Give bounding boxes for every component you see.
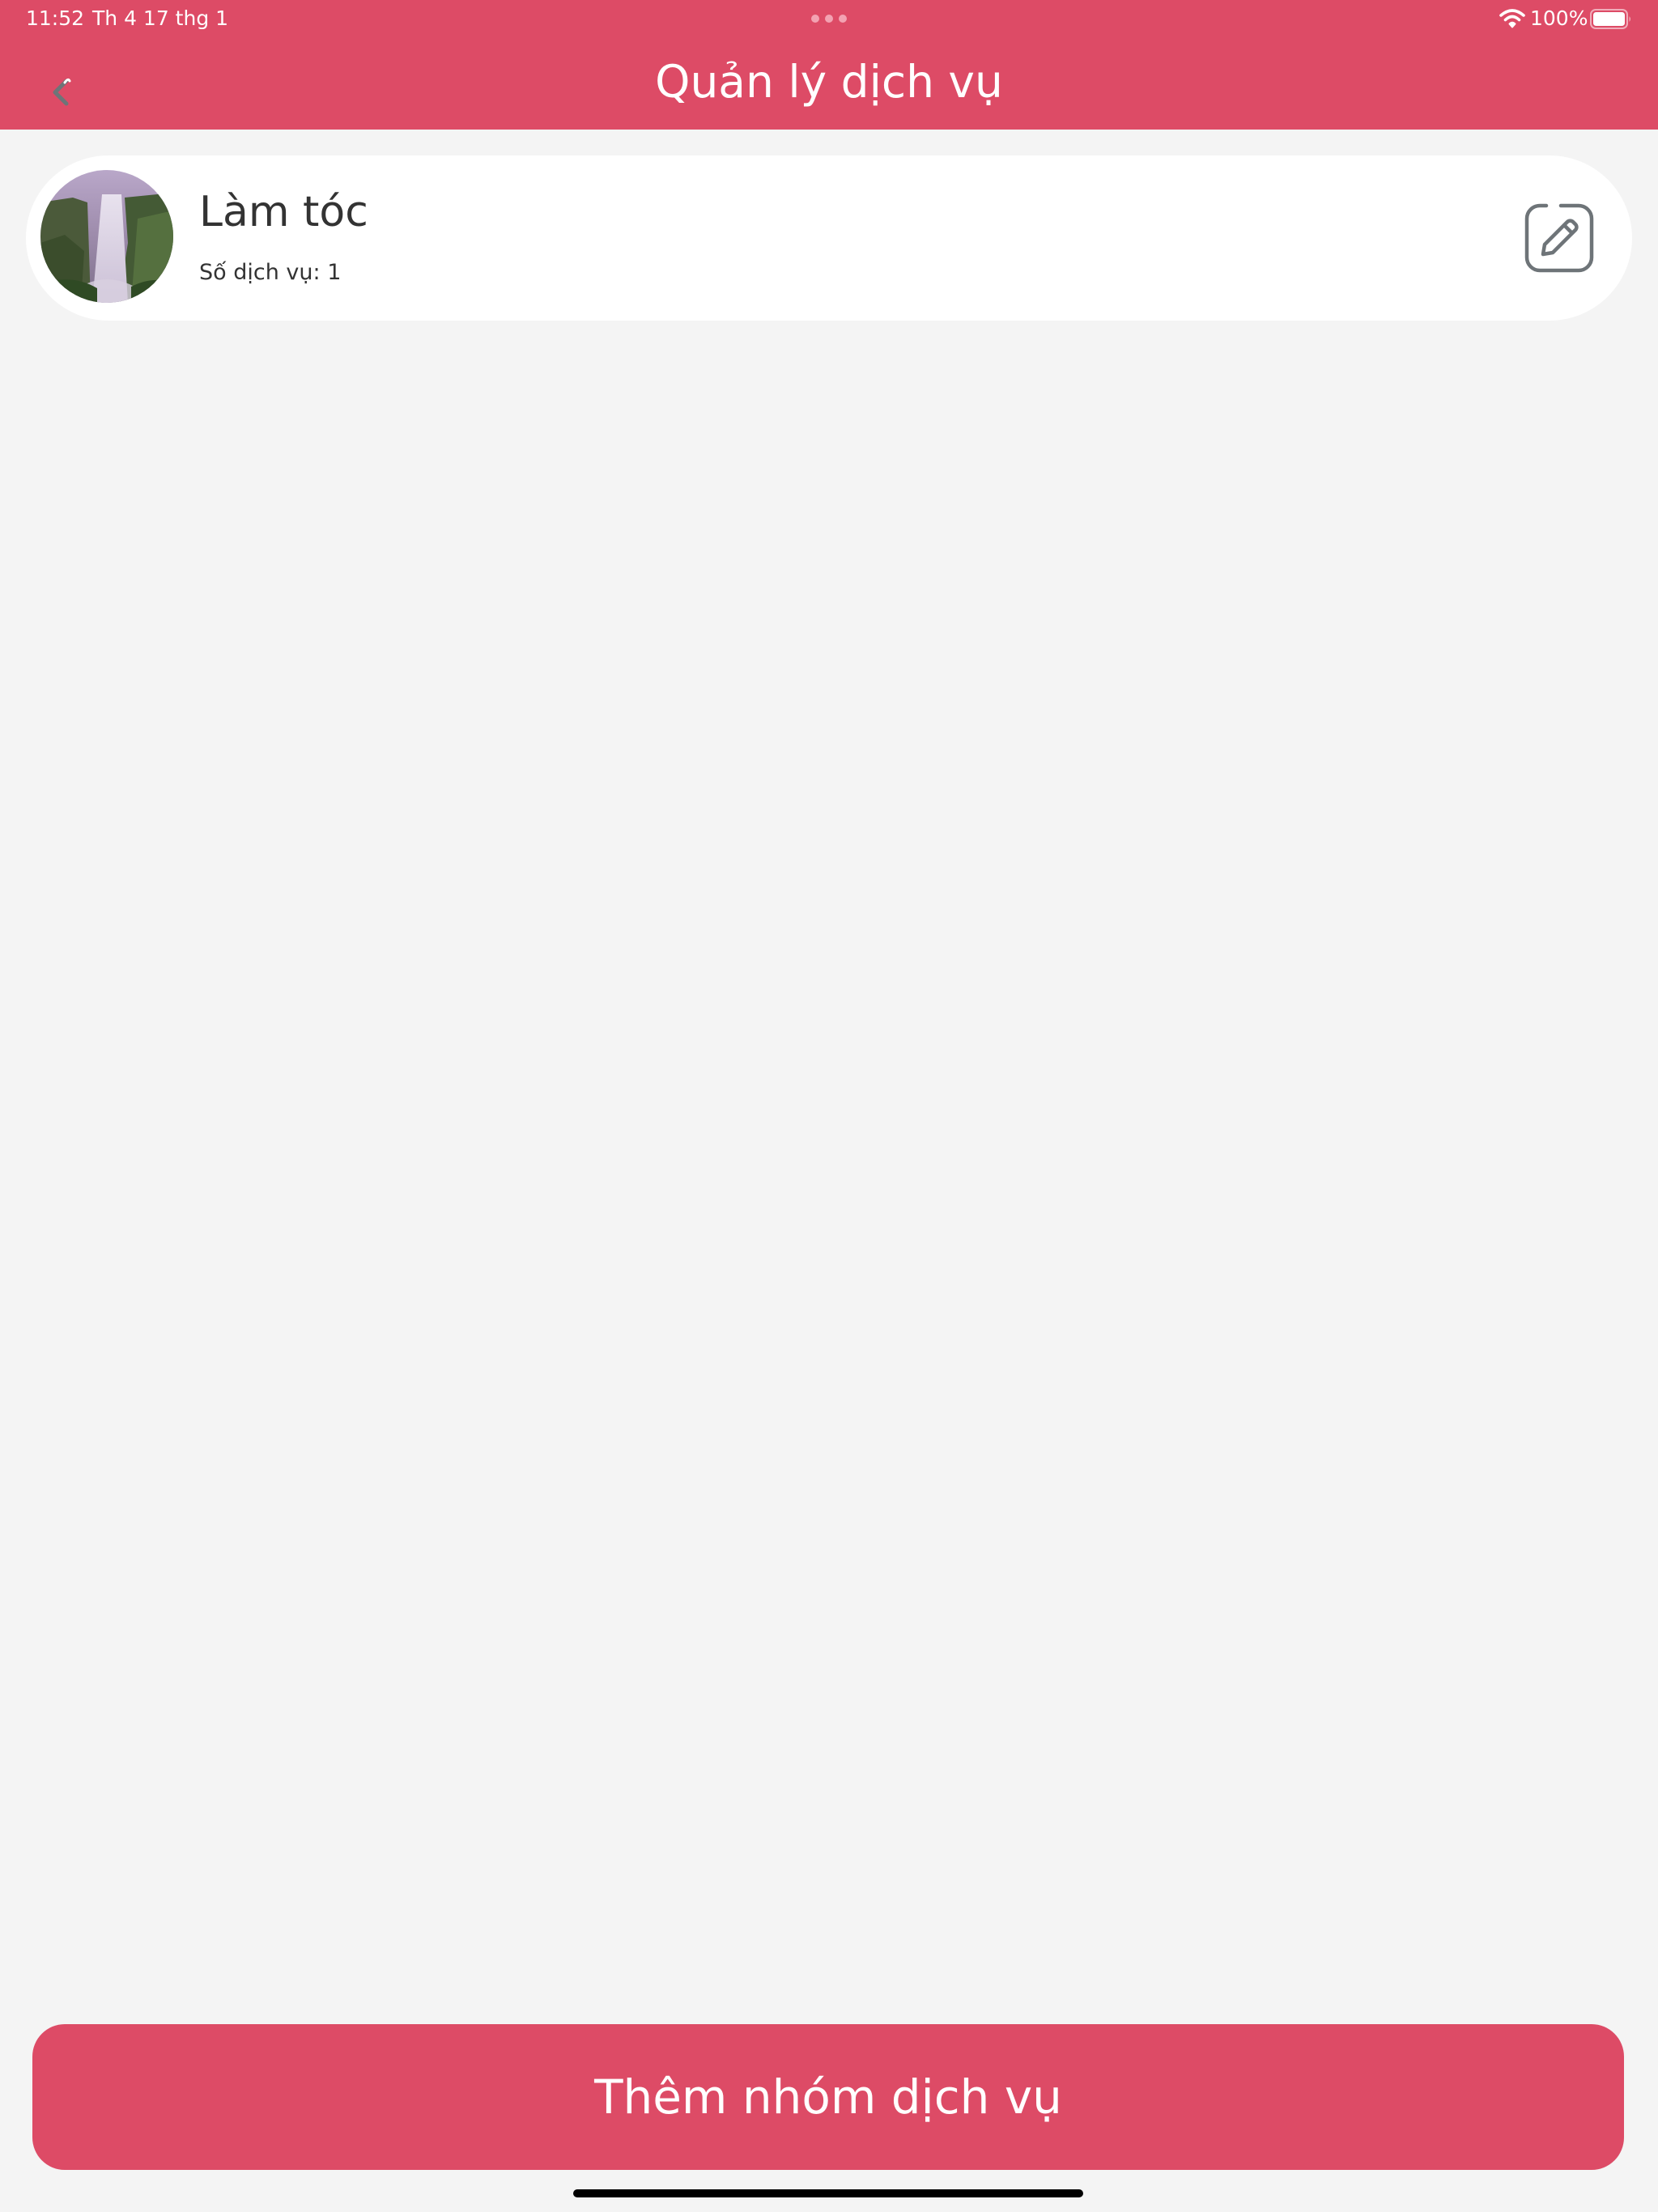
page-title: Quản lý dịch vụ: [655, 56, 1003, 108]
home-indicator[interactable]: [573, 2189, 1083, 2197]
multitasking-dots-icon[interactable]: [811, 15, 847, 23]
add-service-group-button[interactable]: Thêm nhóm dịch vụ: [32, 2024, 1624, 2170]
group-name: Làm tóc: [199, 188, 368, 236]
wifi-icon: [1499, 9, 1525, 28]
service-group-item[interactable]: Làm tóc Số dịch vụ: 1: [26, 155, 1632, 321]
status-time: 11:52: [26, 6, 85, 30]
battery-percentage: 100%: [1530, 6, 1588, 30]
status-date: Th 4 17 thg 1: [92, 6, 229, 30]
battery-icon: [1590, 9, 1630, 29]
edit-icon[interactable]: [1524, 202, 1595, 274]
navigation-header: 11:52 Th 4 17 thg 1 100% Quản lý dịch vụ: [0, 0, 1658, 130]
service-count: Số dịch vụ: 1: [199, 260, 342, 285]
group-avatar-image: [40, 170, 173, 303]
